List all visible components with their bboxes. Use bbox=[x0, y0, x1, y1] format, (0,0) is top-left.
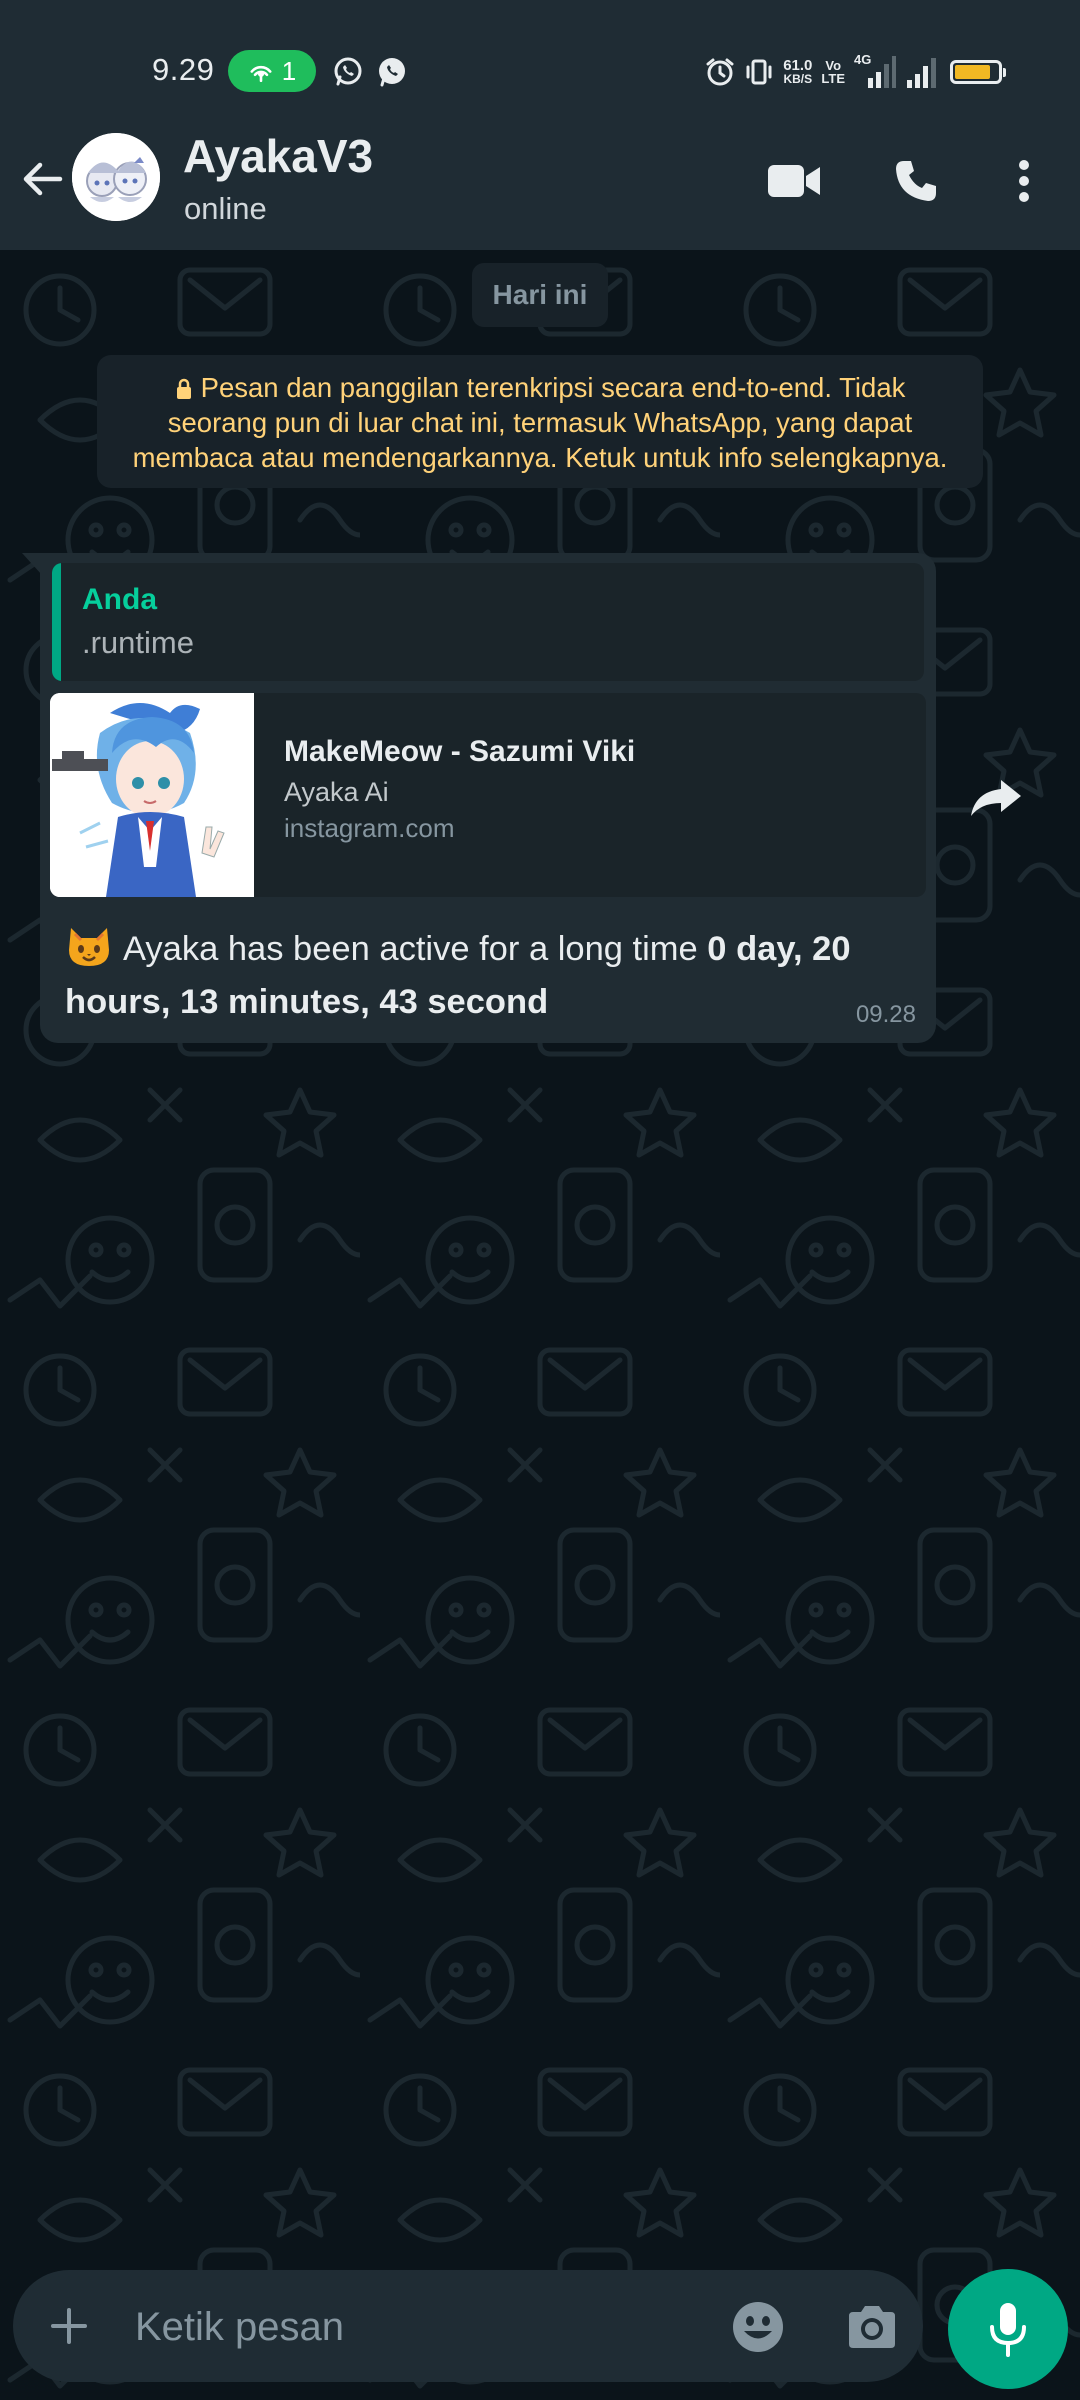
emoji-button[interactable] bbox=[729, 2298, 787, 2356]
message-text-normal: Ayaka has been active for a long time bbox=[123, 930, 708, 968]
quote-accent-bar bbox=[52, 563, 61, 681]
incoming-message-bubble[interactable]: Anda .runtime MakeMeow - Sazumi Viki Aya… bbox=[40, 553, 936, 1043]
camera-button[interactable] bbox=[843, 2298, 901, 2356]
lock-icon bbox=[176, 378, 191, 399]
anime-girl-thumbnail bbox=[50, 693, 254, 897]
back-arrow-icon bbox=[23, 162, 63, 196]
link-preview-domain: instagram.com bbox=[284, 813, 455, 843]
attach-button[interactable] bbox=[41, 2298, 97, 2354]
battery-level-fill bbox=[955, 65, 991, 79]
date-chip: Hari ini bbox=[472, 263, 608, 327]
camera-icon bbox=[849, 2306, 895, 2348]
microphone-icon bbox=[990, 2303, 1026, 2357]
message-composer bbox=[13, 2270, 923, 2382]
voice-call-icon bbox=[896, 161, 936, 201]
contact-name[interactable]: AyakaV3 bbox=[183, 129, 373, 183]
status-time: 9.29 bbox=[152, 52, 215, 87]
signal-strength-icon bbox=[868, 56, 896, 88]
hotspot-count: 1 bbox=[281, 55, 297, 86]
encryption-notice[interactable]: Pesan dan panggilan terenkripsi secara e… bbox=[97, 355, 983, 488]
contact-status: online bbox=[184, 191, 267, 226]
message-text: Ayaka has been active for a long time 0 … bbox=[65, 923, 915, 1029]
bubble-tail bbox=[22, 553, 42, 575]
status-right-cluster: 61.0 KB/S Vo LTE 4G bbox=[705, 52, 1006, 92]
alarm-icon bbox=[706, 58, 734, 86]
whatsapp-business-notification-icon bbox=[379, 58, 405, 87]
hotspot-icon bbox=[250, 65, 272, 83]
voice-message-button[interactable] bbox=[948, 2269, 1068, 2389]
avatar-image bbox=[72, 133, 160, 221]
cat-face-emoji-icon bbox=[69, 928, 109, 966]
signal-4g: 4G bbox=[854, 52, 896, 90]
more-options-icon bbox=[1019, 160, 1029, 202]
network-speed: 61.0 KB/S bbox=[783, 58, 812, 86]
link-preview-thumbnail bbox=[50, 693, 254, 897]
forward-icon bbox=[971, 780, 1021, 816]
plus-icon bbox=[51, 2308, 87, 2344]
volte-bottom: LTE bbox=[821, 71, 845, 86]
link-preview-title: MakeMeow - Sazumi Viki bbox=[284, 735, 636, 768]
signal-strength-2-icon bbox=[907, 58, 936, 88]
quoted-message[interactable]: Anda .runtime bbox=[52, 563, 924, 681]
quote-text: .runtime bbox=[82, 625, 194, 660]
back-button[interactable] bbox=[12, 149, 72, 209]
forward-button[interactable] bbox=[966, 768, 1026, 828]
quote-author: Anda bbox=[82, 583, 157, 616]
volte-indicator: Vo LTE bbox=[821, 59, 845, 85]
voice-call-button[interactable] bbox=[884, 149, 948, 213]
link-preview-description: Ayaka Ai bbox=[284, 777, 389, 807]
encryption-notice-text: Pesan dan panggilan terenkripsi secara e… bbox=[132, 372, 948, 473]
whatsapp-notification-icon bbox=[334, 57, 362, 86]
more-options-button[interactable] bbox=[992, 149, 1056, 213]
chat-header: AyakaV3 online bbox=[0, 125, 1080, 250]
network-speed-value: 61.0 bbox=[783, 57, 813, 74]
contact-avatar[interactable] bbox=[72, 133, 160, 221]
message-input[interactable] bbox=[133, 2296, 697, 2358]
battery-icon bbox=[950, 60, 1006, 84]
emoji-icon bbox=[733, 2302, 783, 2352]
hotspot-badge: 1 bbox=[228, 50, 316, 92]
vibrate-icon bbox=[746, 59, 772, 85]
video-call-button[interactable] bbox=[762, 149, 826, 213]
video-call-icon bbox=[768, 165, 820, 197]
status-bar: 9.29 1 61.0 KB/S Vo LTE 4G bbox=[0, 0, 1080, 125]
network-speed-unit: KB/S bbox=[783, 72, 813, 86]
message-timestamp: 09.28 bbox=[855, 1001, 916, 1028]
link-preview-card[interactable]: MakeMeow - Sazumi Viki Ayaka Ai instagra… bbox=[50, 693, 926, 897]
